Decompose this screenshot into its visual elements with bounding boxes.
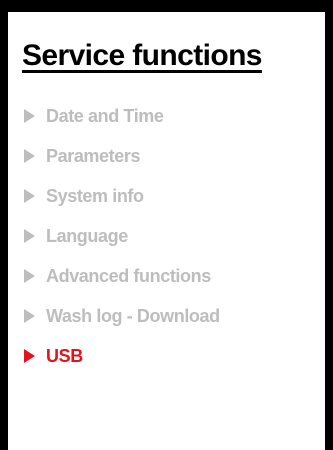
triangle-right-icon xyxy=(24,229,35,243)
triangle-right-icon xyxy=(24,269,35,283)
menu-item-parameters[interactable]: Parameters xyxy=(8,136,325,176)
menu-item-label: Language xyxy=(46,225,128,246)
menu-item-label: Parameters xyxy=(46,145,141,166)
triangle-right-icon xyxy=(24,109,35,123)
menu-item-label: Wash log - Download xyxy=(46,305,220,326)
menu-item-label: Advanced functions xyxy=(46,265,211,286)
menu-item-advanced-functions[interactable]: Advanced functions xyxy=(8,256,325,296)
triangle-right-icon xyxy=(24,189,35,203)
menu-item-usb[interactable]: USB xyxy=(8,336,325,376)
service-menu: Date and Time Parameters System info Lan… xyxy=(8,96,325,376)
page-title: Service functions xyxy=(22,39,262,72)
menu-item-system-info[interactable]: System info xyxy=(8,176,325,216)
menu-item-wash-log-download[interactable]: Wash log - Download xyxy=(8,296,325,336)
menu-item-date-and-time[interactable]: Date and Time xyxy=(8,96,325,136)
menu-item-label: Date and Time xyxy=(46,105,164,126)
menu-item-language[interactable]: Language xyxy=(8,216,325,256)
device-frame: Service functions Date and Time Paramete… xyxy=(0,0,333,450)
service-screen: Service functions Date and Time Paramete… xyxy=(8,12,325,450)
menu-item-label: USB xyxy=(46,345,83,366)
triangle-right-icon xyxy=(24,309,35,323)
triangle-right-icon xyxy=(24,349,35,363)
menu-item-label: System info xyxy=(46,185,144,206)
triangle-right-icon xyxy=(24,149,35,163)
